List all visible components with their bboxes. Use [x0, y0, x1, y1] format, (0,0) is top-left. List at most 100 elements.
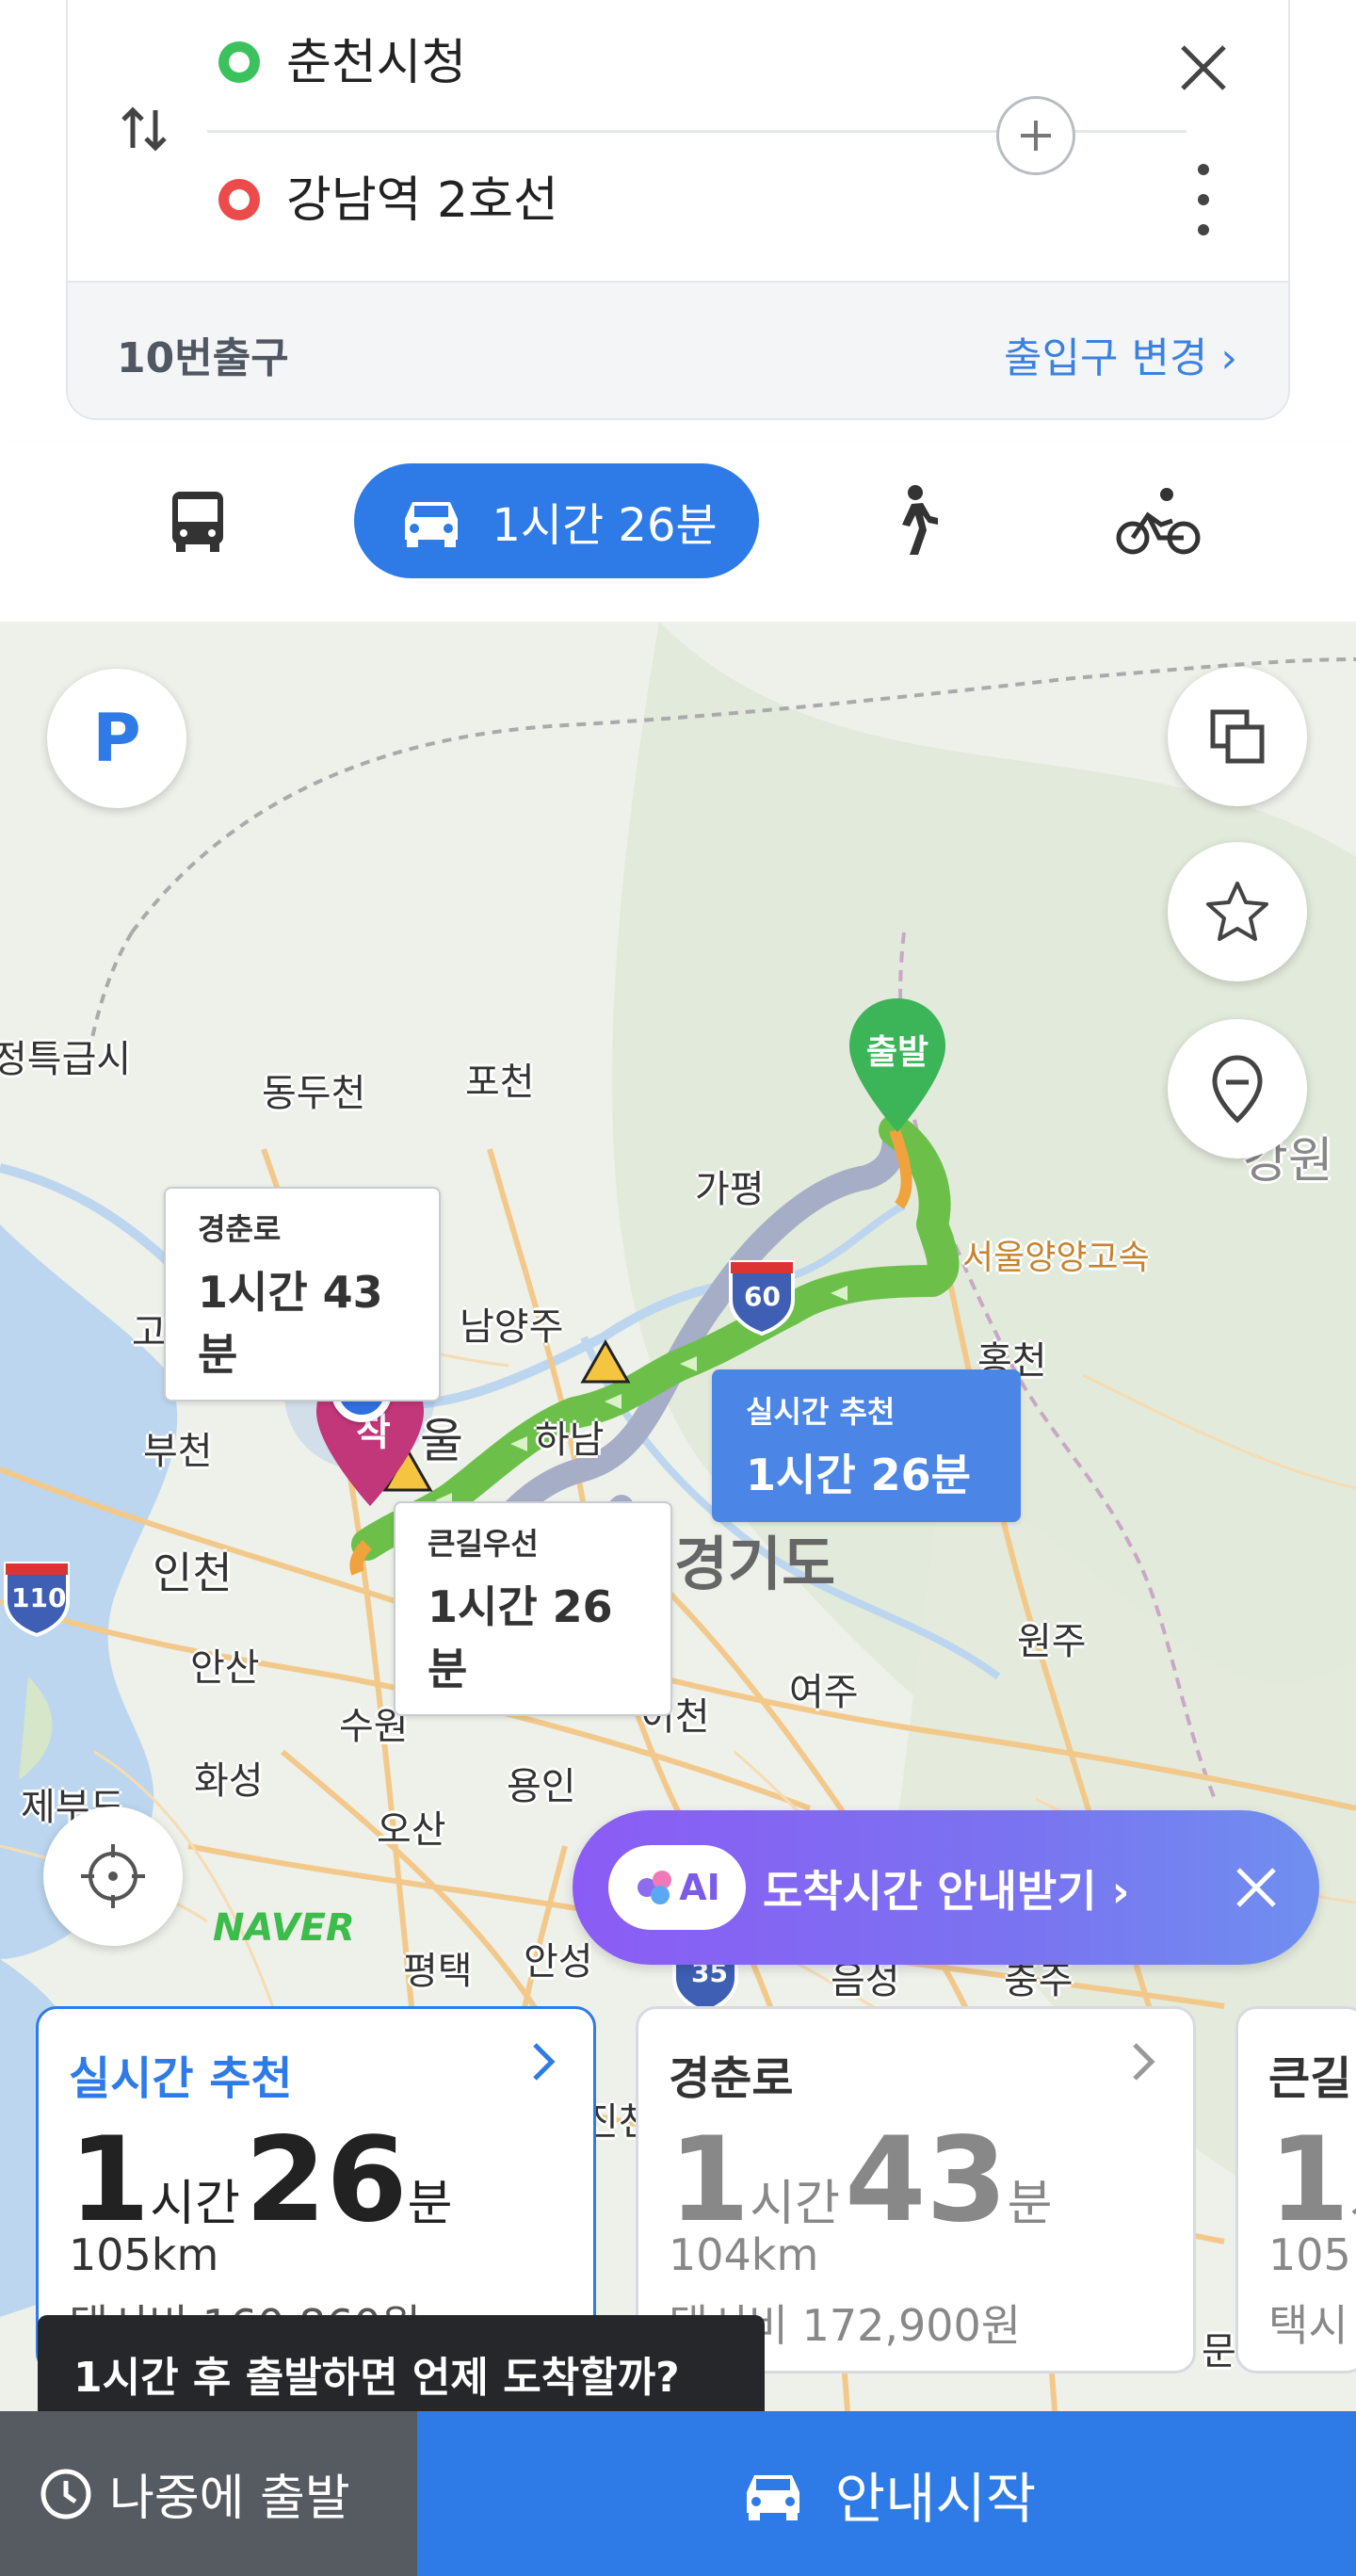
highway-110-label: 110	[11, 1582, 67, 1613]
route-bubble-realtime[interactable]: 실시간 추천 1시간 26분	[712, 1369, 1021, 1522]
map-label-wonju: 원주	[1017, 1620, 1087, 1663]
origin-field[interactable]: 춘천시청	[286, 23, 466, 93]
route-card-name: 실시간 추천	[69, 2052, 293, 2105]
map-label-go: 고	[132, 1311, 167, 1354]
ai-banner-close-button[interactable]	[1222, 1854, 1290, 1921]
plus-icon	[1021, 121, 1051, 151]
tab-bike[interactable]	[1111, 463, 1205, 578]
start-pin[interactable]: 출발	[844, 995, 951, 1136]
transport-mode-tabs: 1시간 26분	[0, 443, 1356, 622]
route-card-fare: 택시	[1268, 2300, 1348, 2351]
car-icon	[405, 502, 459, 547]
time-minute-unit: 분	[407, 2176, 453, 2232]
route-card-name: 경춘로	[669, 2052, 794, 2105]
bubble-route-time: 1시간 26분	[428, 1581, 613, 1694]
map-label-ansan: 안산	[190, 1646, 260, 1690]
close-icon	[1236, 1868, 1276, 1907]
route-card-time: 1시간 26분	[69, 2113, 452, 2248]
exit-label: 10번출구	[117, 334, 289, 382]
time-minutes: 26	[245, 2113, 408, 2248]
ai-sparkle-icon	[638, 1871, 672, 1904]
time-hour-unit: 시간	[750, 2176, 840, 2232]
map-label-uijeongbu: 정특급시	[0, 1038, 132, 1081]
map-label-bucheon: 부천	[143, 1430, 213, 1473]
parking-icon: P	[92, 700, 141, 777]
my-location-button[interactable]	[43, 1806, 183, 1946]
route-bubble-highway[interactable]: 큰길우선 1시간 26분	[394, 1501, 672, 1716]
tab-transit[interactable]	[141, 463, 254, 578]
map-label-anseong: 안성	[524, 1940, 593, 1984]
time-minutes: 43	[845, 2113, 1008, 2248]
map-label-dongducheon: 동두천	[262, 1072, 366, 1115]
naver-logo: NAVER	[213, 1906, 355, 1950]
crosshair-icon	[81, 1844, 145, 1908]
chevron-right-icon	[533, 2043, 556, 2081]
car-icon	[746, 2474, 799, 2520]
swap-icon	[121, 106, 167, 152]
time-hours: 1	[1268, 2113, 1350, 2248]
map-label-osan: 오산	[377, 1808, 446, 1852]
route-card-distance: 105	[1268, 2229, 1351, 2280]
map-label-yongin: 용인	[507, 1765, 576, 1808]
map-label-namyangju: 남양주	[460, 1305, 564, 1349]
walk-icon	[902, 485, 938, 555]
route-card-time: 1시	[1268, 2113, 1356, 2248]
time-hours: 1	[69, 2113, 151, 2248]
depart-later-label: 나중에 출발	[109, 2471, 350, 2527]
destination-field[interactable]: 강남역 2호선	[286, 160, 558, 231]
star-icon	[1206, 882, 1268, 941]
start-pin-label: 출발	[865, 1033, 929, 1072]
time-hour-unit: 시	[1349, 2176, 1356, 2232]
swap-button[interactable]	[102, 87, 186, 171]
pin-location-button[interactable]	[1168, 1019, 1307, 1158]
bubble-route-time: 1시간 26분	[746, 1450, 971, 1500]
origin-marker-icon	[218, 41, 260, 83]
change-exit-link[interactable]: 출입구 변경 ›	[1004, 324, 1237, 384]
clock-icon	[40, 2469, 91, 2519]
highway-60-label: 60	[744, 1281, 781, 1312]
route-card-highway[interactable]: 큰길 1시 105 택시	[1235, 2006, 1356, 2373]
start-navigation-button[interactable]: 안내시작	[417, 2411, 1356, 2576]
bike-icon	[1116, 488, 1201, 555]
route-card-distance: 105km	[69, 2229, 219, 2280]
ai-badge: AI	[608, 1845, 746, 1930]
tab-walk[interactable]	[866, 463, 960, 578]
start-navigation-label: 안내시작	[834, 2466, 1037, 2531]
bus-icon	[172, 492, 223, 552]
location-pin-icon	[1212, 1055, 1263, 1124]
ai-arrival-banner[interactable]: AI 도착시간 안내받기 ›	[573, 1810, 1319, 1965]
bubble-route-name: 실시간 추천	[746, 1394, 896, 1430]
map-label-hanam: 하남	[535, 1418, 605, 1462]
destination-marker-icon	[218, 179, 260, 220]
parking-button[interactable]: P	[47, 669, 186, 808]
time-hours: 1	[669, 2113, 751, 2248]
route-card-time: 1시간 43분	[669, 2113, 1052, 2248]
bubble-route-time: 1시간 43분	[198, 1267, 383, 1380]
map-label-mun: 문	[1202, 2330, 1236, 2373]
close-icon	[1181, 45, 1226, 90]
layers-button[interactable]	[1168, 667, 1307, 806]
chevron-right-icon	[1133, 2043, 1155, 2081]
route-input-card: 춘천시청 강남역 2호선 10번출구 출입구 변경 ›	[66, 0, 1290, 420]
exit-bar: 10번출구 출입구 변경 ›	[68, 281, 1288, 418]
time-hour-unit: 시간	[150, 2176, 240, 2232]
route-bubble-gyeongchun[interactable]: 경춘로 1시간 43분	[164, 1187, 441, 1401]
route-card-name: 큰길	[1268, 2052, 1352, 2105]
time-minute-unit: 분	[1007, 2176, 1053, 2232]
more-vertical-icon	[1198, 164, 1209, 235]
close-button[interactable]	[1166, 30, 1241, 105]
ai-banner-text: 도착시간 안내받기 ›	[763, 1866, 1130, 1917]
tab-car[interactable]: 1시간 26분	[354, 463, 759, 578]
map-label-pyeongtaek: 평택	[403, 1950, 473, 1993]
map-label-gapyeong: 가평	[695, 1168, 765, 1211]
bubble-route-name: 큰길우선	[428, 1526, 539, 1562]
favorite-button[interactable]	[1168, 842, 1307, 981]
more-menu-button[interactable]	[1175, 153, 1232, 247]
layers-icon	[1210, 709, 1265, 764]
depart-later-button[interactable]: 나중에 출발	[0, 2411, 417, 2576]
add-waypoint-button[interactable]	[996, 96, 1075, 175]
map-label-incheon: 인천	[153, 1547, 233, 1598]
car-time-label: 1시간 26분	[492, 499, 718, 552]
map-label-hwaseong: 화성	[194, 1759, 264, 1803]
map-label-gyeonggi: 경기도	[674, 1530, 836, 1598]
